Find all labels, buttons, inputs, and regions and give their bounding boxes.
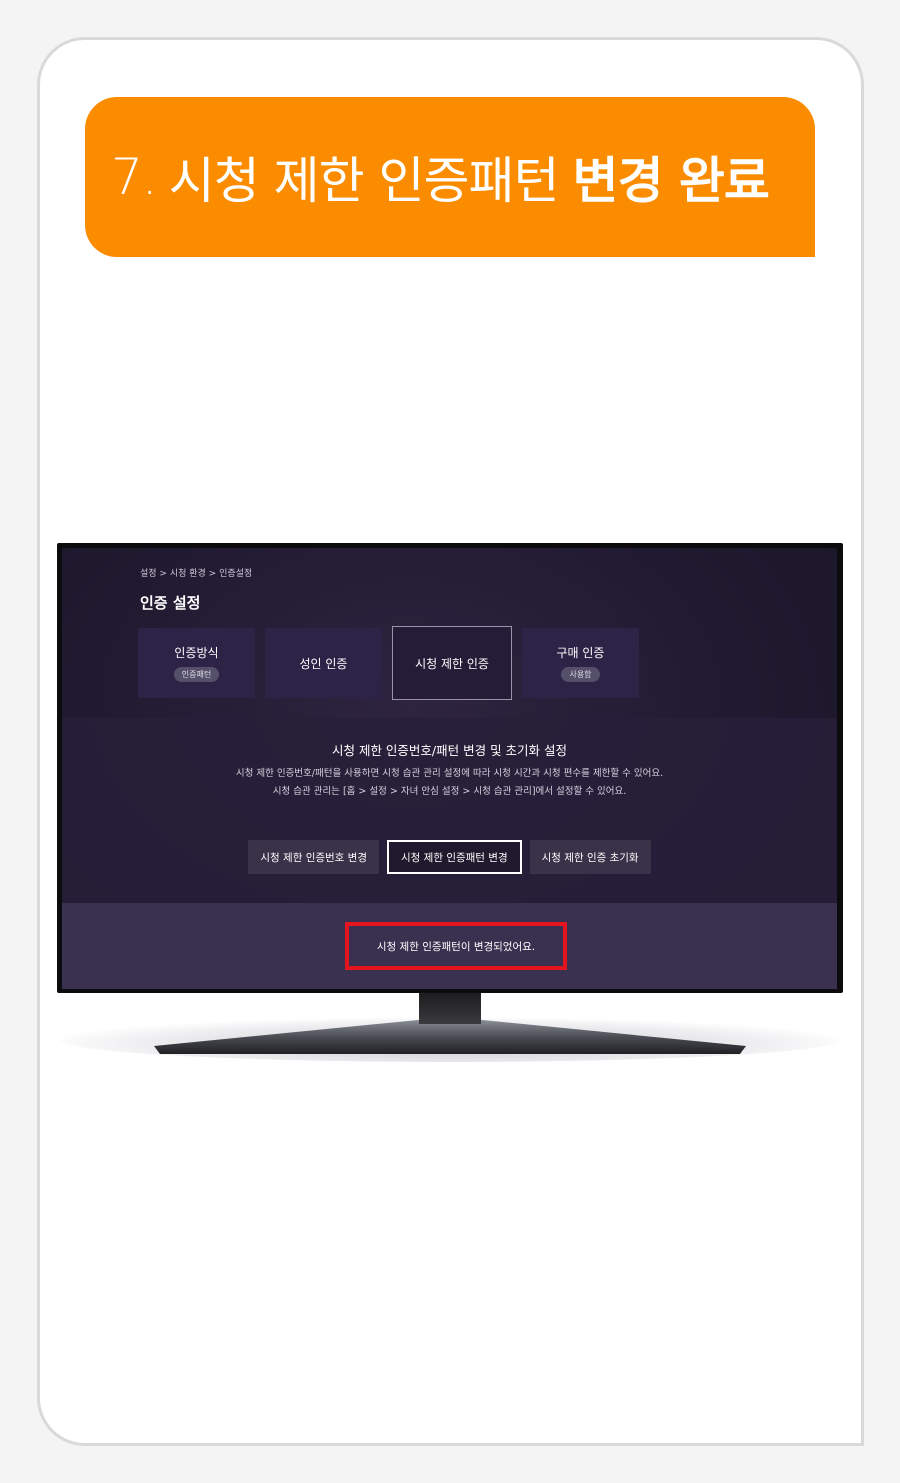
menu-viewing-restriction-auth[interactable]: 시청 제한 인증 [392,626,512,700]
step-title-banner: 7. 시청 제한 인증패턴 변경 완료 [85,97,815,257]
info-description: 시청 제한 인증번호/패턴을 사용하면 시청 습관 관리 설정에 따라 시청 시… [62,765,837,801]
tv-stand-neck [419,992,481,1024]
tv-frame: 설정 > 시청 환경 > 인증설정 인증 설정 인증방식 인증패턴 성인 인증 … [57,543,843,993]
info-desc-line2: 시청 습관 관리는 [홈 > 설정 > 자녀 안심 설정 > 시청 습관 관리]… [272,786,627,797]
change-pattern-button[interactable]: 시청 제한 인증패턴 변경 [387,840,522,874]
menu-adult-auth-label: 성인 인증 [299,656,348,671]
menu-purchase-auth-badge: 사용함 [561,667,600,682]
step-title-light: 시청 제한 인증패턴 [168,152,560,210]
page-title: 인증 설정 [140,594,201,612]
tv-screen: 설정 > 시청 환경 > 인증설정 인증 설정 인증방식 인증패턴 성인 인증 … [62,548,837,989]
menu-auth-method-label: 인증방식 [174,646,219,660]
menu-purchase-auth-label: 구매 인증 [556,646,605,660]
tv-stand-base [154,1020,746,1054]
menu-auth-method-badge: 인증패턴 [173,667,220,682]
menu-purchase-auth[interactable]: 구매 인증 사용함 [522,628,639,698]
step-number: 7. [111,148,158,206]
info-title: 시청 제한 인증번호/패턴 변경 및 초기화 설정 [331,743,568,758]
toast-bar: 시청 제한 인증패턴이 변경되었어요. [62,903,837,989]
step-title-bold: 변경 완료 [572,152,770,210]
menu-auth-method[interactable]: 인증방식 인증패턴 [138,628,255,698]
info-panel: 시청 제한 인증번호/패턴 변경 및 초기화 설정 시청 제한 인증번호/패턴을… [62,718,837,903]
menu-adult-auth[interactable]: 성인 인증 [265,628,382,698]
change-pin-button[interactable]: 시청 제한 인증번호 변경 [248,840,380,874]
action-buttons: 시청 제한 인증번호 변경 시청 제한 인증패턴 변경 시청 제한 인증 초기화 [62,840,837,874]
auth-menu: 인증방식 인증패턴 성인 인증 시청 제한 인증 구매 인증 사용함 [138,626,639,700]
reset-auth-button[interactable]: 시청 제한 인증 초기화 [529,840,651,874]
menu-viewing-restriction-auth-label: 시청 제한 인증 [415,656,489,671]
breadcrumb: 설정 > 시청 환경 > 인증설정 [140,569,253,579]
info-desc-line1: 시청 제한 인증번호/패턴을 사용하면 시청 습관 관리 설정에 따라 시청 시… [235,768,664,779]
toast-message: 시청 제한 인증패턴이 변경되었어요. [345,922,567,970]
